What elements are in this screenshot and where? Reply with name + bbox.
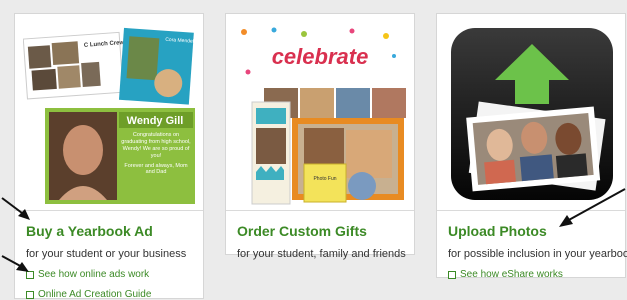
arrow-pointer-icon	[559, 188, 626, 227]
custom-gifts-card[interactable]: celebrate Photo Fun Order Custom Gifts f…	[225, 13, 415, 260]
yearbook-ad-title[interactable]: Buy a Yearbook Ad	[26, 223, 153, 239]
online-ad-creation-guide-link[interactable]: Online Ad Creation Guide	[26, 289, 151, 300]
upload-photos-image[interactable]	[445, 22, 617, 206]
see-how-eshare-works-link[interactable]: See how eShare works	[448, 269, 563, 280]
card-divider	[15, 210, 203, 211]
custom-gifts-title[interactable]: Order Custom Gifts	[237, 223, 367, 239]
upload-photos-description: for possible inclusion in your yearbook	[448, 248, 627, 260]
link-label[interactable]: See how eShare works	[460, 269, 563, 280]
yearbook-ad-card[interactable]: C Lunch Crew Cora Mendel Wendy Gill Cong…	[14, 13, 204, 300]
ad-message-1: Congratulations on graduating from high …	[121, 132, 191, 159]
ad-message-2: Forever and always, Mom and Dad	[124, 162, 188, 176]
arrow-pointer-icon	[1, 255, 29, 272]
gift-card-text: Photo Fun	[313, 176, 336, 182]
see-how-online-ads-work-link[interactable]: See how online ads work	[26, 269, 149, 280]
checkbox-bullet-icon	[448, 270, 456, 279]
celebrate-banner-text: celebrate	[272, 44, 369, 69]
custom-gifts-image[interactable]: celebrate Photo Fun	[234, 22, 406, 206]
ad-name: Wendy Gill	[127, 115, 184, 127]
checkbox-bullet-icon	[26, 290, 34, 299]
yearbook-ad-image[interactable]: C Lunch Crew Cora Mendel Wendy Gill Cong…	[23, 22, 195, 206]
upload-photos-card[interactable]: Upload Photos for possible inclusion in …	[436, 13, 627, 280]
yearbook-ad-description: for your student or your business	[26, 248, 187, 260]
upload-photos-title[interactable]: Upload Photos	[448, 223, 547, 239]
custom-gifts-description: for your student, family and friends	[237, 248, 406, 260]
card-divider	[226, 210, 414, 211]
arrow-pointer-icon	[1, 197, 30, 220]
link-label[interactable]: Online Ad Creation Guide	[38, 289, 151, 300]
link-label[interactable]: See how online ads work	[38, 269, 149, 280]
